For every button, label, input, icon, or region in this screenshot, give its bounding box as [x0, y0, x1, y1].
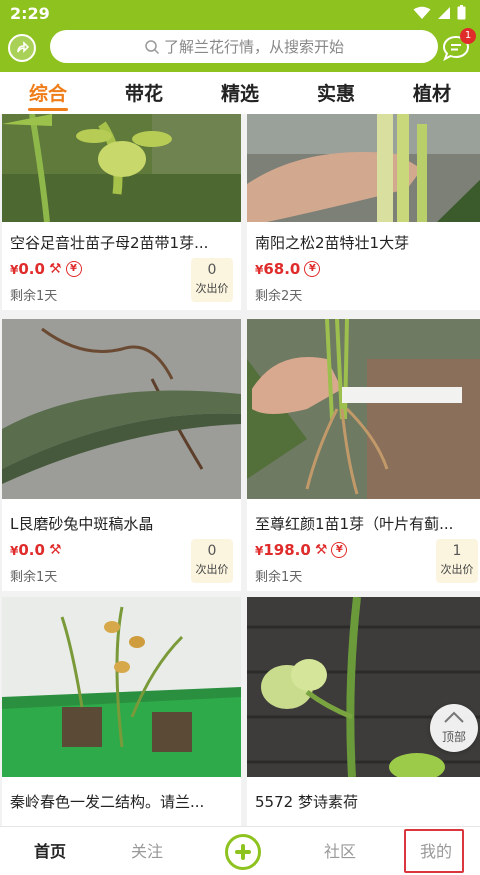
yuan-badge-icon: ¥	[331, 542, 348, 558]
app-header: 2:29 了解兰花行情，从搜索开始 1	[0, 0, 480, 72]
product-card[interactable]: 南阳之松2苗特壮1大芽 ¥68.0 ¥ 剩余2天	[247, 114, 480, 310]
tab-featured[interactable]: 精选	[192, 72, 288, 114]
auction-gavel-icon: ⚒	[48, 542, 62, 558]
price-row: ¥0.0 ⚒ ¥	[10, 260, 82, 278]
product-grid: 空谷足音壮苗子母2苗带1芽... ¥0.0 ⚒ ¥ 剩余1天 0 次出价 南阳之…	[0, 114, 480, 826]
category-tabs: 综合 带花 精选 实惠 植材	[0, 72, 480, 114]
price-row: ¥198.0 ⚒ ¥	[255, 541, 348, 559]
bid-count: 0	[207, 262, 217, 278]
product-title: 空谷足音壮苗子母2苗带1芽...	[10, 234, 209, 252]
tab-bargain[interactable]: 实惠	[288, 72, 384, 114]
nav-mine[interactable]: 我的	[391, 827, 480, 875]
status-bar: 2:29	[0, 0, 480, 26]
product-card[interactable]: 秦岭春色一发二结构。请兰...	[2, 597, 241, 826]
search-input[interactable]: 了解兰花行情，从搜索开始	[50, 30, 438, 63]
product-title: 秦岭春色一发二结构。请兰...	[10, 793, 205, 811]
product-price: ¥198.0	[255, 541, 311, 559]
product-title: L艮磨砂兔中斑稿水晶	[10, 515, 154, 533]
bottom-navigation: 首页 关注 社区 我的	[0, 826, 480, 875]
product-image	[2, 114, 241, 222]
price-row: ¥0.0 ⚒	[10, 541, 62, 559]
search-placeholder: 了解兰花行情，从搜索开始	[163, 38, 344, 56]
bid-count-label: 次出价	[195, 563, 229, 576]
signal-icon	[438, 6, 450, 19]
bid-count: 1	[452, 543, 462, 559]
product-card[interactable]: L艮磨砂兔中斑稿水晶 ¥0.0 ⚒ 剩余1天 0 次出价	[2, 319, 241, 591]
status-icons	[413, 5, 466, 20]
tab-comprehensive[interactable]: 综合	[0, 72, 96, 114]
product-title: 5572 梦诗素荷	[255, 793, 358, 811]
product-card[interactable]: 至尊红颜1苗1芽（叶片有蓟... ¥198.0 ⚒ ¥ 剩余1天 1 次出价	[247, 319, 480, 591]
nav-community[interactable]: 社区	[295, 827, 385, 875]
back-to-top-button[interactable]: 顶部	[430, 704, 478, 752]
tab-with-flowers[interactable]: 带花	[96, 72, 192, 114]
nav-home[interactable]: 首页	[5, 827, 95, 875]
auction-gavel-icon: ⚒	[48, 261, 62, 277]
nav-follow[interactable]: 关注	[102, 827, 192, 875]
tab-plant-materials[interactable]: 植材	[384, 72, 480, 114]
product-image	[247, 319, 480, 499]
bid-count-label: 次出价	[195, 282, 229, 295]
product-image	[2, 319, 241, 499]
time-remaining: 剩余1天	[10, 570, 58, 585]
product-title: 南阳之松2苗特壮1大芽	[255, 234, 410, 252]
status-time: 2:29	[10, 4, 50, 23]
bid-count-box: 1 次出价	[436, 539, 478, 583]
time-remaining: 剩余1天	[10, 289, 58, 304]
product-image	[2, 597, 241, 777]
bid-count-label: 次出价	[440, 563, 474, 576]
product-price: ¥0.0	[10, 260, 45, 278]
bid-count-box: 0 次出价	[191, 258, 233, 302]
search-icon	[145, 39, 160, 54]
message-badge: 1	[460, 28, 476, 44]
publish-plus-icon[interactable]	[225, 834, 261, 870]
message-icon[interactable]: 1	[442, 28, 476, 62]
time-remaining: 剩余2天	[255, 289, 303, 304]
product-title: 至尊红颜1苗1芽（叶片有蓟...	[255, 515, 454, 533]
back-to-top-label: 顶部	[441, 730, 466, 744]
yuan-badge-icon: ¥	[304, 261, 321, 277]
yuan-badge-icon: ¥	[65, 261, 82, 277]
product-price: ¥68.0	[255, 260, 301, 278]
product-card[interactable]: 空谷足音壮苗子母2苗带1芽... ¥0.0 ⚒ ¥ 剩余1天 0 次出价	[2, 114, 241, 310]
chevron-up-icon	[444, 711, 464, 723]
bid-count-box: 0 次出价	[191, 539, 233, 583]
wifi-icon	[413, 6, 431, 19]
auction-gavel-icon: ⚒	[314, 542, 328, 558]
time-remaining: 剩余1天	[255, 570, 303, 585]
product-price: ¥0.0	[10, 541, 45, 559]
product-image	[247, 114, 480, 222]
battery-icon	[457, 5, 466, 20]
bid-count: 0	[207, 543, 217, 559]
share-icon[interactable]	[8, 34, 36, 62]
price-row: ¥68.0 ¥	[255, 260, 321, 278]
